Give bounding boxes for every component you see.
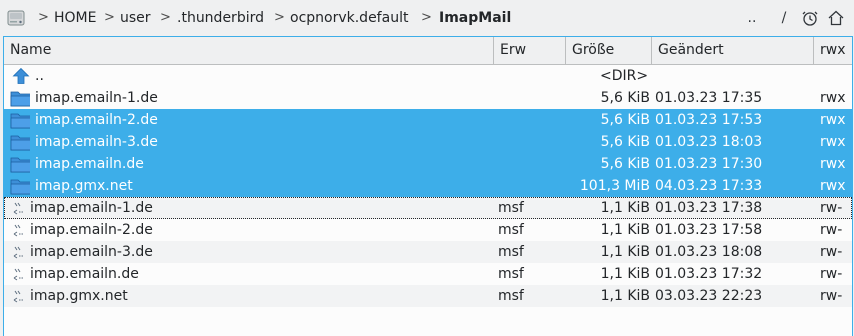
file-perm: rw- (820, 200, 843, 216)
file-perm: rw- (820, 222, 843, 238)
file-date: 01.03.23 17:35 (655, 90, 763, 106)
folder-icon (10, 135, 30, 151)
file-name: imap.emailn.de (30, 266, 139, 282)
breadcrumb-separator: > (104, 10, 115, 25)
file-ext: msf (498, 244, 524, 260)
file-size: 1,1 KiB (600, 200, 650, 216)
breadcrumb: > HOME > user > .thunderbird > ocpnorvk.… (0, 0, 854, 36)
folder-icon (10, 91, 30, 107)
file-ext: msf (498, 266, 524, 282)
file-size: 5,6 KiB (600, 156, 650, 172)
file-ext (496, 109, 556, 131)
file-row[interactable]: imap.gmx.net msf 1,1 KiB 03.03.23 22:23 rw- (4, 285, 852, 307)
text-file-icon (13, 246, 24, 259)
file-row[interactable]: imap.emailn-1.de msf 1,1 KiB 01.03.23 17:38… (4, 197, 852, 219)
column-perm[interactable]: rwx (814, 37, 852, 64)
breadcrumb-current[interactable]: ImapMail (439, 9, 511, 27)
breadcrumb-separator: > (38, 10, 49, 25)
file-size: 1,1 KiB (600, 244, 650, 260)
file-size: 1,1 KiB (600, 288, 650, 304)
file-name: imap.emailn.de (35, 156, 144, 172)
file-date: 01.03.23 17:38 (655, 200, 763, 216)
file-perm: rwx (820, 90, 846, 106)
file-perm: rwx (820, 112, 846, 128)
folder-row[interactable]: imap.emailn-3.de 5,6 KiB 01.03.23 18:03 rwx (4, 131, 852, 153)
folder-icon (10, 179, 30, 195)
breadcrumb-user[interactable]: user (120, 9, 151, 27)
file-ext: msf (498, 200, 524, 216)
file-date: 03.03.23 22:23 (655, 288, 763, 304)
file-size: 5,6 KiB (600, 112, 650, 128)
column-name[interactable]: Name (4, 37, 494, 64)
folder-row[interactable]: imap.emailn-2.de 5,6 KiB 01.03.23 17:53 rwx (4, 109, 852, 131)
file-date: 01.03.23 18:03 (655, 134, 763, 150)
file-ext (496, 131, 556, 153)
text-file-icon (13, 202, 24, 215)
file-name: imap.emailn-1.de (30, 200, 153, 216)
harddisk-icon[interactable] (6, 8, 26, 28)
file-size: 1,1 KiB (600, 222, 650, 238)
file-ext (496, 87, 556, 109)
file-date: 01.03.23 17:30 (655, 156, 763, 172)
file-size: <DIR> (600, 68, 649, 84)
file-list-panel[interactable]: Name Erw Größe Geändert rwx .. <DIR> ima… (3, 36, 853, 336)
file-size: 5,6 KiB (600, 134, 650, 150)
column-size[interactable]: Größe (566, 37, 652, 64)
breadcrumb-thunderbird[interactable]: .thunderbird (177, 9, 264, 27)
file-name: imap.emailn-3.de (35, 134, 158, 150)
text-file-icon (13, 268, 24, 281)
up-arrow-icon (12, 67, 30, 84)
column-modified[interactable]: Geändert (652, 37, 814, 64)
file-size: 101,3 MiB (579, 178, 650, 194)
breadcrumb-separator: > (160, 10, 171, 25)
file-rows: .. <DIR> imap.emailn-1.de 5,6 KiB 01.03.23… (4, 65, 852, 307)
file-row[interactable]: imap.emailn-3.de msf 1,1 KiB 01.03.23 18:08… (4, 241, 852, 263)
breadcrumb-separator: > (421, 10, 432, 25)
file-row[interactable]: imap.emailn.de msf 1,1 KiB 01.03.23 17:32 rw… (4, 263, 852, 285)
file-name: imap.emailn-3.de (30, 244, 153, 260)
file-perm: rwx (820, 178, 846, 194)
file-name: imap.gmx.net (30, 288, 128, 304)
parent-dir-row[interactable]: .. <DIR> (4, 65, 852, 87)
file-perm: rwx (820, 156, 846, 172)
file-perm: rw- (820, 288, 843, 304)
file-date: 04.03.23 17:33 (655, 178, 763, 194)
file-name: .. (35, 68, 44, 84)
history-icon[interactable] (801, 9, 819, 27)
folder-row[interactable]: imap.gmx.net 101,3 MiB 04.03.23 17:33 rwx (4, 175, 852, 197)
file-row[interactable]: imap.emailn-2.de msf 1,1 KiB 01.03.23 17:58… (4, 219, 852, 241)
column-ext[interactable]: Erw (494, 37, 566, 64)
home-icon[interactable] (827, 9, 845, 27)
file-ext: msf (498, 288, 524, 304)
text-file-icon (13, 290, 24, 303)
breadcrumb-separator: > (274, 10, 285, 25)
file-name: imap.emailn-2.de (35, 112, 158, 128)
file-ext (496, 175, 556, 197)
file-date: 01.03.23 17:32 (655, 266, 763, 282)
file-name: imap.gmx.net (35, 178, 133, 194)
file-date: 01.03.23 17:58 (655, 222, 763, 238)
column-header: Name Erw Größe Geändert rwx (4, 37, 852, 65)
file-ext (496, 153, 556, 175)
folder-row[interactable]: imap.emailn-1.de 5,6 KiB 01.03.23 17:35 rwx (4, 87, 852, 109)
file-perm: rw- (820, 244, 843, 260)
file-name: imap.emailn-2.de (30, 222, 153, 238)
breadcrumb-home[interactable]: HOME (54, 9, 96, 27)
file-perm: rw- (820, 266, 843, 282)
folder-icon (10, 157, 30, 173)
file-date: 01.03.23 18:08 (655, 244, 763, 260)
file-ext: msf (498, 222, 524, 238)
root-dir-button[interactable]: / (778, 9, 790, 27)
file-size: 5,6 KiB (600, 90, 650, 106)
file-name: imap.emailn-1.de (35, 90, 158, 106)
folder-icon (10, 113, 30, 129)
file-size: 1,1 KiB (600, 266, 650, 282)
breadcrumb-profile[interactable]: ocpnorvk.default (290, 9, 408, 27)
parent-dir-button[interactable]: .. (745, 9, 759, 27)
text-file-icon (13, 224, 24, 237)
file-date: 01.03.23 17:53 (655, 112, 763, 128)
file-perm: rwx (820, 134, 846, 150)
folder-row[interactable]: imap.emailn.de 5,6 KiB 01.03.23 17:30 rwx (4, 153, 852, 175)
